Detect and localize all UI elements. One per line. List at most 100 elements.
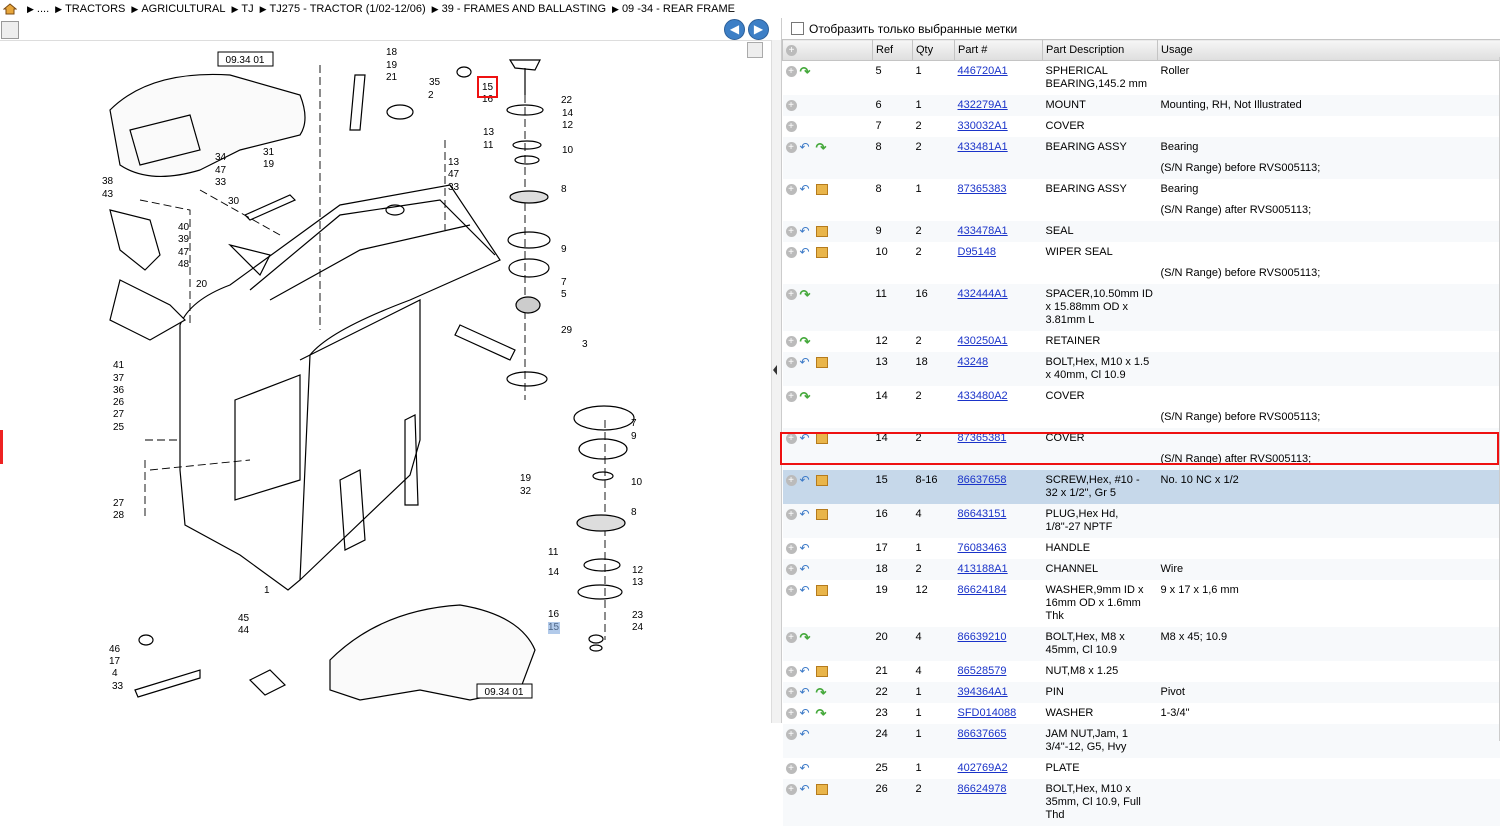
header-description[interactable]: Part Description xyxy=(1043,40,1158,61)
callout-label[interactable]: 11 xyxy=(483,140,494,151)
callout-label[interactable]: 47 xyxy=(448,169,460,180)
part-number-link[interactable]: 433481A1 xyxy=(958,141,1008,153)
add-icon[interactable]: + xyxy=(786,289,797,300)
callout-label[interactable]: 1 xyxy=(264,585,270,596)
callout-label[interactable]: 39 xyxy=(178,234,190,245)
add-icon[interactable]: + xyxy=(786,729,797,740)
replaced-by-icon[interactable]: ↶ xyxy=(800,666,813,677)
selected-callout-box[interactable] xyxy=(477,76,498,98)
callout-label[interactable]: 13 xyxy=(448,157,460,168)
replaced-by-icon[interactable]: ↶ xyxy=(800,475,813,486)
add-icon[interactable]: + xyxy=(786,66,797,77)
add-icon[interactable]: + xyxy=(786,564,797,575)
replaced-by-icon[interactable]: ↶ xyxy=(800,543,813,554)
part-number-link[interactable]: 446720A1 xyxy=(958,65,1008,77)
callout-label[interactable]: 19 xyxy=(263,159,275,170)
callout-label[interactable]: 18 xyxy=(386,47,398,58)
part-number-link[interactable]: D95148 xyxy=(958,246,997,258)
breadcrumb-item[interactable]: TRACTORS xyxy=(65,3,125,15)
table-row[interactable]: +↶251402769A2PLATE xyxy=(783,758,1500,779)
add-icon[interactable]: + xyxy=(786,336,797,347)
table-row-selected[interactable]: +↶158-1686637658SCREW,Hex, #10 - 32 x 1/… xyxy=(783,470,1500,504)
callout-label[interactable]: 38 xyxy=(102,176,114,187)
package-icon[interactable] xyxy=(816,784,828,795)
callout-label[interactable]: 43 xyxy=(102,189,114,200)
header-select[interactable]: + xyxy=(783,40,873,61)
callout-label[interactable]: 37 xyxy=(113,373,125,384)
add-icon[interactable]: + xyxy=(786,763,797,774)
part-number-link[interactable]: 413188A1 xyxy=(958,563,1008,575)
callout-label[interactable]: 2 xyxy=(428,90,434,101)
add-icon[interactable]: + xyxy=(786,121,797,132)
part-number-link[interactable]: 433478A1 xyxy=(958,225,1008,237)
callout-label[interactable]: 33 xyxy=(215,177,227,188)
table-row[interactable]: +↶↷221394364A1PINPivot xyxy=(783,682,1500,703)
callout-label[interactable]: 9 xyxy=(561,244,567,255)
table-note-row[interactable]: (S/N Range) after RVS005113; xyxy=(783,200,1500,221)
replaces-icon[interactable]: ↷ xyxy=(816,687,829,698)
callout-label[interactable]: 14 xyxy=(562,108,574,119)
callout-label[interactable]: 8 xyxy=(631,507,637,518)
header-qty[interactable]: Qty xyxy=(913,40,955,61)
package-icon[interactable] xyxy=(816,184,828,195)
replaces-icon[interactable]: ↷ xyxy=(800,289,813,300)
header-usage[interactable]: Usage xyxy=(1158,40,1500,61)
table-note-row[interactable]: (S/N Range) before RVS005113; xyxy=(783,158,1500,179)
replaces-icon[interactable]: ↷ xyxy=(800,336,813,347)
callout-label[interactable]: 9 xyxy=(631,431,637,442)
previous-page-button[interactable]: ◀ xyxy=(724,19,745,40)
table-row[interactable]: +↶24186637665JAM NUT,Jam, 1 3/4"-12, G5,… xyxy=(783,724,1500,758)
breadcrumb-item[interactable]: 39 - FRAMES AND BALLASTING xyxy=(442,3,606,15)
callout-label[interactable]: 24 xyxy=(632,622,644,633)
part-number-link[interactable]: 86639210 xyxy=(958,631,1007,643)
add-icon[interactable]: + xyxy=(786,632,797,643)
package-icon[interactable] xyxy=(816,666,828,677)
replaced-by-icon[interactable]: ↶ xyxy=(800,687,813,698)
replaces-icon[interactable]: ↷ xyxy=(816,142,829,153)
callout-label[interactable]: 23 xyxy=(632,610,644,621)
callout-label[interactable]: 14 xyxy=(548,567,560,578)
table-row[interactable]: +↷1116432444A1SPACER,10.50mm ID x 15.88m… xyxy=(783,284,1500,331)
package-icon[interactable] xyxy=(816,226,828,237)
package-icon[interactable] xyxy=(816,247,828,258)
callout-label[interactable]: 30 xyxy=(228,196,240,207)
callout-label[interactable]: 7 xyxy=(561,277,567,288)
callout-label[interactable]: 25 xyxy=(113,422,125,433)
callout-label[interactable]: 12 xyxy=(562,120,574,131)
add-icon[interactable]: + xyxy=(786,585,797,596)
table-row[interactable]: +↶17176083463HANDLE xyxy=(783,538,1500,559)
home-icon[interactable] xyxy=(3,3,17,15)
table-row[interactable]: +↶16486643151PLUG,Hex Hd, 1/8"-27 NPTF xyxy=(783,504,1500,538)
part-number-link[interactable]: 86624184 xyxy=(958,584,1007,596)
part-number-link[interactable]: 86624978 xyxy=(958,783,1007,795)
add-icon[interactable]: + xyxy=(786,226,797,237)
part-number-link[interactable]: 87365381 xyxy=(958,432,1007,444)
part-number-link[interactable]: 330032A1 xyxy=(958,120,1008,132)
callout-label[interactable]: 10 xyxy=(631,477,643,488)
callout-label[interactable]: 3 xyxy=(582,339,588,350)
table-note-row[interactable]: (S/N Range) before RVS005113; xyxy=(783,407,1500,428)
callout-label[interactable]: 34 xyxy=(215,152,227,163)
add-icon[interactable]: + xyxy=(786,543,797,554)
replaces-icon[interactable]: ↷ xyxy=(800,391,813,402)
part-number-link[interactable]: 87365383 xyxy=(958,183,1007,195)
callout-label[interactable]: 33 xyxy=(448,182,460,193)
add-icon[interactable]: + xyxy=(786,391,797,402)
replaced-by-icon[interactable]: ↶ xyxy=(800,509,813,520)
add-icon[interactable]: + xyxy=(786,784,797,795)
replaced-by-icon[interactable]: ↶ xyxy=(800,784,813,795)
replaced-by-icon[interactable]: ↶ xyxy=(800,564,813,575)
package-icon[interactable] xyxy=(816,357,828,368)
callout-label[interactable]: 47 xyxy=(178,247,190,258)
callout-label[interactable]: 32 xyxy=(520,486,532,497)
table-row[interactable]: +↶↷231SFD014088WASHER1-3/4" xyxy=(783,703,1500,724)
table-row[interactable]: +↶26286624978BOLT,Hex, M10 x 35mm, Cl 10… xyxy=(783,779,1500,826)
table-row[interactable]: +72330032A1COVER xyxy=(783,116,1500,137)
add-icon[interactable]: + xyxy=(786,142,797,153)
callout-label[interactable]: 4 xyxy=(112,668,118,679)
add-icon[interactable]: + xyxy=(786,100,797,111)
package-icon[interactable] xyxy=(816,585,828,596)
callout-label[interactable]: 31 xyxy=(263,147,275,158)
callout-label[interactable]: 10 xyxy=(562,145,574,156)
add-icon[interactable]: + xyxy=(786,475,797,486)
